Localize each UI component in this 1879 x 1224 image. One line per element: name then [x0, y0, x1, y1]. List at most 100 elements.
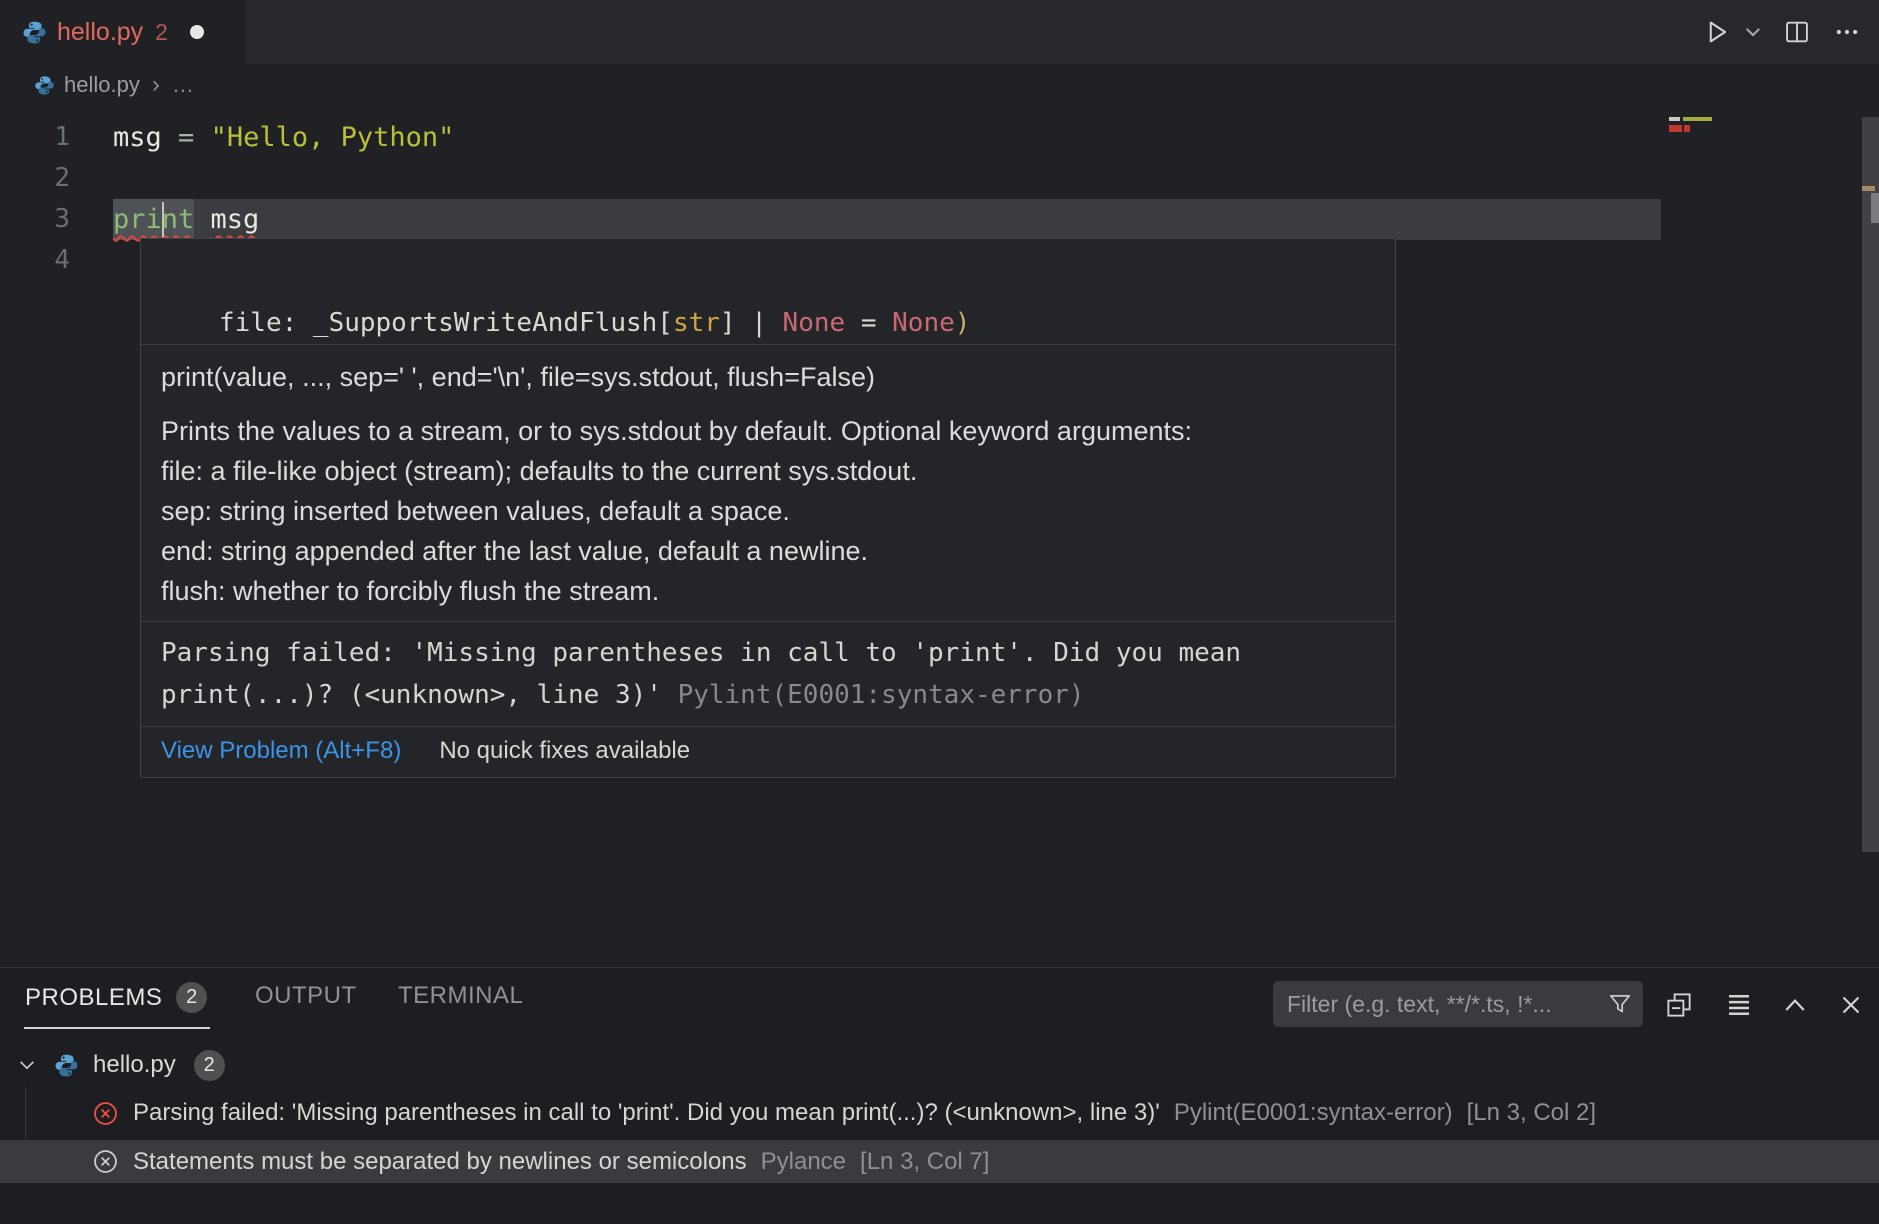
group-count-badge: 2 — [194, 1050, 225, 1081]
python-file-icon — [22, 20, 47, 45]
print-keyword: print — [113, 204, 194, 235]
collapse-all-icon — [1664, 990, 1694, 1020]
split-editor-button[interactable] — [1779, 14, 1815, 50]
maximize-panel-button[interactable] — [1778, 988, 1812, 1022]
filter-funnel-icon[interactable] — [1607, 991, 1633, 1017]
editor-scrollbar[interactable] — [1862, 117, 1879, 852]
chevron-down-icon[interactable] — [16, 1054, 38, 1076]
minimap-error-mark — [1684, 125, 1690, 132]
filter-input[interactable] — [1287, 991, 1607, 1018]
run-python-button[interactable] — [1699, 14, 1735, 50]
doc-line: flush: whether to forcibly flush the str… — [161, 571, 1375, 611]
more-actions-button[interactable] — [1829, 14, 1865, 50]
doc-line: end: string appended after the last valu… — [161, 531, 1375, 571]
terminal-tab-label: TERMINAL — [398, 982, 523, 1010]
problem-source: Pylint(E0001:syntax-error) — [1174, 1099, 1453, 1127]
modified-dot-icon[interactable] — [190, 25, 204, 39]
doc-line: Prints the values to a stream, or to sys… — [161, 411, 1375, 451]
breadcrumb-file[interactable]: hello.py — [64, 72, 140, 98]
tab-hello-py[interactable]: hello.py 2 — [0, 0, 246, 64]
problem-message: Statements must be separated by newlines… — [133, 1148, 747, 1176]
hover-sig-clipped-line: file: _SupportsWriteAndFlush[str] | None… — [157, 303, 1395, 343]
doc-line: file: a file-like object (stream); defau… — [161, 451, 1375, 491]
chevron-up-icon — [1780, 990, 1810, 1020]
line-number-3: 3 — [0, 199, 80, 240]
code-line-3[interactable]: print msg — [113, 199, 259, 240]
line-number-2: 2 — [0, 158, 80, 199]
view-as-table-button[interactable] — [1722, 988, 1756, 1022]
editor-toolbar — [1699, 0, 1865, 64]
breadcrumb-more[interactable]: … — [172, 72, 196, 98]
tab-filename: hello.py — [57, 18, 143, 47]
hover-status-bar: View Problem (Alt+F8) No quick fixes ava… — [141, 727, 1395, 777]
ellipsis-icon — [1833, 18, 1861, 46]
code-line-1[interactable]: msg = "Hello, Python" — [113, 117, 454, 158]
hover-documentation: print(value, ..., sep=' ', end='\n', fil… — [141, 345, 1395, 622]
minimap-error-mark — [1669, 125, 1682, 132]
print-signature-text: print(value, ..., sep=' ', end='\n', fil… — [161, 357, 1375, 397]
run-dropdown-button[interactable] — [1741, 14, 1765, 50]
sig-text: = — [845, 308, 892, 338]
sig-none: None — [783, 308, 846, 338]
vscode-window: hello.py 2 hello.py › … 1 2 3 4 msg = "H… — [0, 0, 1879, 1224]
split-editor-icon — [1783, 18, 1811, 46]
sig-paren: ) — [955, 308, 971, 338]
problems-count-badge: 2 — [176, 982, 207, 1013]
problem-row-2[interactable]: Statements must be separated by newlines… — [0, 1140, 1879, 1183]
minimap-line1-string — [1683, 117, 1712, 121]
error-text: Parsing failed: 'Missing parentheses in … — [161, 638, 1241, 668]
group-filename: hello.py — [93, 1051, 176, 1079]
error-icon — [92, 1148, 119, 1175]
code-token-print[interactable]: print — [113, 199, 194, 240]
active-tab-underline — [24, 1027, 210, 1029]
chevron-down-icon — [1743, 22, 1763, 42]
sig-text: ] | — [720, 308, 783, 338]
hover-error-message: Parsing failed: 'Missing parentheses in … — [141, 622, 1395, 727]
sig-type: str — [673, 308, 720, 338]
view-problem-link[interactable]: View Problem (Alt+F8) — [161, 737, 401, 765]
code-token-var: msg — [113, 122, 162, 153]
code-token-msg: msg — [211, 204, 260, 235]
overview-ruler-marker — [1862, 186, 1875, 191]
problem-location: [Ln 3, Col 2] — [1467, 1099, 1596, 1127]
breadcrumb: hello.py › … — [0, 64, 1600, 106]
hover-signature-code: file: _SupportsWriteAndFlush[str] | None… — [141, 239, 1395, 345]
doc-line: sep: string inserted between values, def… — [161, 491, 1375, 531]
problems-filter — [1273, 981, 1643, 1027]
list-lines-icon — [1724, 990, 1754, 1020]
current-line-highlight — [113, 199, 1661, 240]
problem-source: Pylance — [761, 1148, 846, 1176]
hover-tooltip: file: _SupportsWriteAndFlush[str] | None… — [140, 238, 1396, 778]
breadcrumb-separator-icon: › — [152, 71, 160, 99]
editor-tab-bar: hello.py 2 — [0, 0, 1879, 64]
problems-tab-label: PROBLEMS — [25, 984, 162, 1012]
tab-problem-count: 2 — [155, 19, 168, 46]
collapse-all-button[interactable] — [1662, 988, 1696, 1022]
tab-problems[interactable]: PROBLEMS 2 — [25, 982, 207, 1013]
code-token-operator: = — [162, 122, 211, 153]
minimap-line1-code — [1669, 117, 1680, 121]
python-file-icon — [54, 1053, 79, 1078]
problem-location: [Ln 3, Col 7] — [860, 1148, 989, 1176]
python-file-icon — [34, 75, 55, 96]
problem-message: Parsing failed: 'Missing parentheses in … — [133, 1099, 1160, 1127]
output-tab-label: OUTPUT — [255, 982, 357, 1010]
sig-text: file: _SupportsWriteAndFlush[ — [157, 308, 673, 338]
error-icon — [92, 1100, 119, 1127]
sig-none: None — [892, 308, 955, 338]
line-number-1: 1 — [0, 117, 80, 158]
close-icon — [1836, 990, 1866, 1020]
error-source: Pylint(E0001:syntax-error) — [678, 680, 1085, 710]
line-number-4: 4 — [0, 240, 80, 281]
play-icon — [1702, 17, 1732, 47]
tab-output[interactable]: OUTPUT — [255, 982, 357, 1010]
text-cursor — [162, 202, 164, 237]
problems-file-group[interactable]: hello.py 2 — [0, 1043, 1879, 1087]
tab-terminal[interactable]: TERMINAL — [398, 982, 523, 1010]
bottom-panel: PROBLEMS 2 OUTPUT TERMINAL — [0, 967, 1879, 1224]
error-text: print(...)? (<unknown>, line 3)' — [161, 680, 678, 710]
close-panel-button[interactable] — [1834, 988, 1868, 1022]
no-quick-fixes-label: No quick fixes available — [439, 737, 690, 765]
problem-row-1[interactable]: Parsing failed: 'Missing parentheses in … — [0, 1091, 1879, 1135]
scrollbar-thumb[interactable] — [1871, 193, 1879, 223]
